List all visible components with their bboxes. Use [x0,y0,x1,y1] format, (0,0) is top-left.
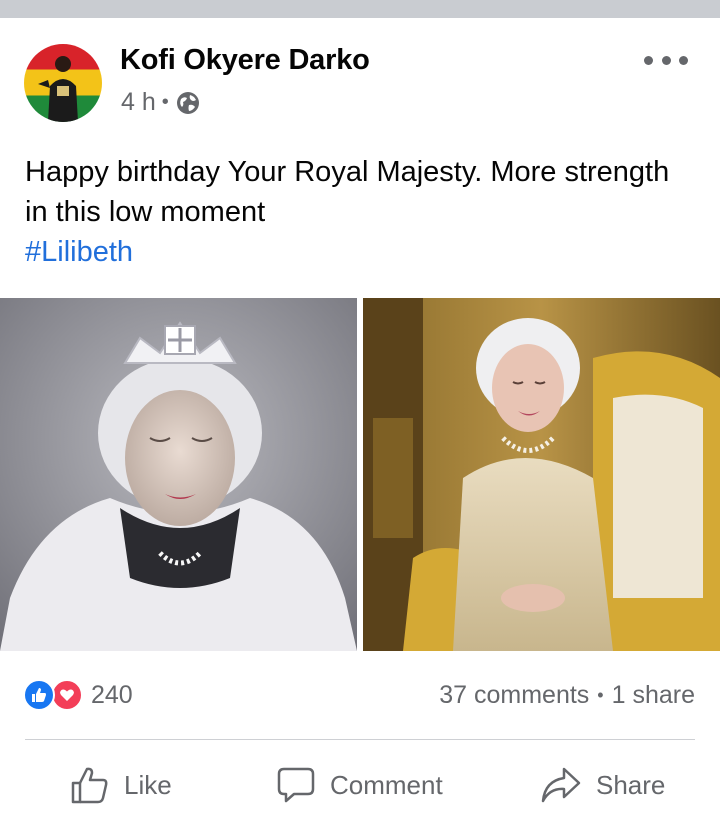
dot [644,55,653,65]
post-card: Kofi Okyere Darko 4 h • Happy birthday Y… [0,18,720,825]
feed-separator [0,0,720,18]
comment-bubble-icon [277,767,315,803]
comment-button[interactable]: Comment [276,762,443,808]
comments-count[interactable]: 37 comments [439,681,589,710]
post-photo-2[interactable] [363,298,720,651]
dot [661,55,671,65]
meta-separator: • [161,91,169,113]
post-meta: 4 h • [121,88,201,117]
share-label: Share [596,769,666,800]
engagement-separator: • [597,685,604,705]
comment-label: Comment [330,769,443,800]
love-reaction-icon [51,679,83,711]
post-photo-1[interactable] [0,298,357,651]
like-label: Like [124,769,172,800]
globe-icon [175,90,201,116]
engagement-summary: 37 comments • 1 share [439,681,695,710]
post-time[interactable]: 4 h [121,88,156,117]
reaction-count: 240 [91,680,133,709]
post-body: Happy birthday Your Royal Majesty. More … [25,156,670,228]
hashtag-link[interactable]: #Lilibeth [25,232,695,272]
reactions-summary[interactable]: 240 [23,679,133,711]
dot [679,55,688,65]
post-text: Happy birthday Your Royal Majesty. More … [25,152,695,272]
avatar[interactable] [24,44,102,122]
divider [25,739,695,740]
shares-count[interactable]: 1 share [612,681,695,710]
like-reaction-icon [23,679,55,711]
author-name[interactable]: Kofi Okyere Darko [120,44,370,77]
more-options-button[interactable] [644,48,688,72]
share-button[interactable]: Share [540,762,665,808]
like-button[interactable]: Like [70,762,172,808]
share-arrow-icon [541,767,581,803]
thumbs-up-icon [71,767,108,804]
